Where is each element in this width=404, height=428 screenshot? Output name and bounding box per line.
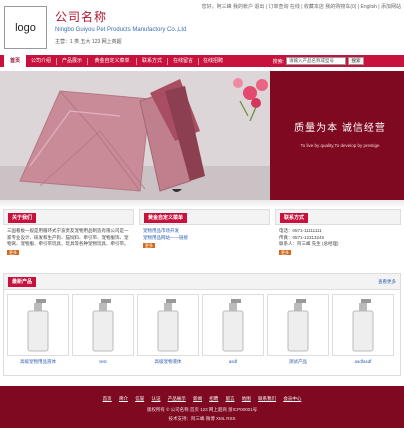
contact-header: 联系方式 xyxy=(275,209,401,225)
footer-link[interactable]: 首页 xyxy=(103,396,112,401)
custom-link[interactable]: 宠物用品网站——链接 xyxy=(143,235,266,242)
custom-body: 宠物用品市场开发 宠物用品网站——链接 更多 xyxy=(139,225,270,253)
banner-slogan: To live by quality,To develop by prestig… xyxy=(300,143,380,148)
banner-headline: 质量为本 诚信经营 xyxy=(294,123,386,134)
about-text: 三国看板一般是用循环式宁波贵友宠物用品制造有限公司是一家专业设计、研发和生产狗、… xyxy=(7,228,129,246)
product-name[interactable]: 高级宠物用品液体 xyxy=(7,359,69,365)
banner-umbrella-photo xyxy=(0,71,270,200)
logo[interactable]: logo xyxy=(4,6,47,49)
bottle-icon xyxy=(92,299,114,352)
product-image[interactable] xyxy=(202,294,264,356)
products-header: 最新产品 查看更多 xyxy=(4,274,400,290)
product-name[interactable]: asdfasdf xyxy=(332,359,394,364)
nav-home[interactable]: 首页 xyxy=(4,55,26,67)
nav-about[interactable]: 公司介绍 xyxy=(26,55,56,67)
search-bar: 搜索: 请输入产品名称或型号 搜索 xyxy=(273,57,364,65)
footer-links: 首页 简介 信誉 认证 产品展示 新闻 招聘 留言 地图 联系我们 会员中心 xyxy=(0,396,404,402)
product-name[interactable]: 高级宠物液体 xyxy=(137,359,199,365)
custom-section: 黄金自定义菜单 宠物用品市场开发 宠物用品网站——链接 更多 xyxy=(139,209,270,270)
footer-copyright: 版权所有 © 公司名称 首页 123 网上超商 浙ICP00001号 xyxy=(146,407,258,412)
search-label: 搜索: xyxy=(272,58,284,65)
company-name: 公司名称 xyxy=(55,10,108,24)
product-card[interactable]: 高级宠物液体 xyxy=(137,294,199,365)
shadow-band xyxy=(0,200,404,208)
footer-link[interactable]: 会员中心 xyxy=(283,396,301,401)
top-links[interactable]: 您好，阿三峰 我的帐户 退出 | 订单查询 在线 | 收藏本店 我的购物车(0)… xyxy=(202,3,401,10)
product-name[interactable]: test xyxy=(72,359,134,364)
footer-link[interactable]: 招聘 xyxy=(209,396,218,401)
footer-link[interactable]: 新闻 xyxy=(193,396,202,401)
products-grid: 高级宠物用品液体 test 高级宠物液体 asdf 测试产品 asdfasdf xyxy=(7,294,394,365)
product-card[interactable]: test xyxy=(72,294,134,365)
footer-link[interactable]: 信誉 xyxy=(135,396,144,401)
bottle-icon xyxy=(287,299,309,352)
product-card[interactable]: 测试产品 xyxy=(267,294,329,365)
about-title: 关于我们 xyxy=(8,213,37,223)
main-nav: 首页 公司介绍 产品展示 黄金自定义菜单 联系方式 在线留言 在线招聘 搜索: … xyxy=(0,55,404,67)
contact-title: 联系方式 xyxy=(280,213,309,223)
company-english-name: Ningbo Guiyou Pet Products Manufactory C… xyxy=(55,27,187,33)
product-name[interactable]: asdf xyxy=(202,359,264,364)
search-button[interactable]: 搜索 xyxy=(348,57,364,65)
about-header: 关于我们 xyxy=(3,209,134,225)
search-input[interactable]: 请输入产品名称或型号 xyxy=(286,57,346,65)
footer-support: 技术支持：阿三峰 微博 XML RSS xyxy=(168,416,236,421)
footer-link[interactable]: 地图 xyxy=(242,396,251,401)
custom-header: 黄金自定义菜单 xyxy=(139,209,270,225)
company-subtitle: 主营：1 类 五大 123 网上商超 xyxy=(55,39,122,45)
footer-link[interactable]: 留言 xyxy=(226,396,235,401)
about-more-button[interactable]: 更多 xyxy=(7,249,19,255)
bottle-icon xyxy=(157,299,179,352)
footer: 首页 简介 信誉 认证 产品展示 新闻 招聘 留言 地图 联系我们 会员中心 版… xyxy=(0,386,404,428)
nav-custom-menu[interactable]: 黄金自定义菜单 xyxy=(88,55,136,67)
nav-contact[interactable]: 联系方式 xyxy=(137,55,167,67)
custom-title: 黄金自定义菜单 xyxy=(144,213,188,223)
contact-section: 联系方式 电话：0571-11111111 传真：0571-12313245 联… xyxy=(275,209,401,270)
nav-products[interactable]: 产品展示 xyxy=(57,55,87,67)
product-image[interactable] xyxy=(7,294,69,356)
bottle-icon xyxy=(27,299,49,352)
banner: 质量为本 诚信经营 To live by quality,To develop … xyxy=(0,71,404,200)
footer-link[interactable]: 简介 xyxy=(119,396,128,401)
contact-person: 联系人：阿三峰 先生 (总经理) xyxy=(279,241,339,246)
product-card[interactable]: asdfasdf xyxy=(332,294,394,365)
product-image[interactable] xyxy=(267,294,329,356)
contact-more-button[interactable]: 更多 xyxy=(279,249,291,255)
product-card[interactable]: asdf xyxy=(202,294,264,365)
umbrella-illustration xyxy=(0,71,270,200)
bottle-icon xyxy=(352,299,374,352)
products-title: 最新产品 xyxy=(8,277,37,287)
nav-jobs[interactable]: 在线招聘 xyxy=(199,55,227,67)
footer-link[interactable]: 认证 xyxy=(151,396,160,401)
footer-link[interactable]: 产品展示 xyxy=(168,396,186,401)
product-image[interactable] xyxy=(137,294,199,356)
nav-message[interactable]: 在线留言 xyxy=(168,55,198,67)
bottle-icon xyxy=(222,299,244,352)
product-image[interactable] xyxy=(72,294,134,356)
products-more-link[interactable]: 查看更多 xyxy=(378,279,396,285)
contact-body: 电话：0571-11111111 传真：0571-12313245 联系人：阿三… xyxy=(275,225,401,259)
footer-link[interactable]: 联系我们 xyxy=(258,396,276,401)
custom-more-button[interactable]: 更多 xyxy=(143,243,155,248)
logo-text: logo xyxy=(15,21,36,34)
products-section: 最新产品 查看更多 高级宠物用品液体 test 高级宠物液体 asdf 测试产品… xyxy=(3,273,401,376)
about-section: 关于我们 三国看板一般是用循环式宁波贵友宠物用品制造有限公司是一家专业设计、研发… xyxy=(3,209,134,270)
about-body: 三国看板一般是用循环式宁波贵友宠物用品制造有限公司是一家专业设计、研发和生产狗、… xyxy=(3,225,134,259)
product-image[interactable] xyxy=(332,294,394,356)
product-card[interactable]: 高级宠物用品液体 xyxy=(7,294,69,365)
header: logo 公司名称 Ningbo Guiyou Pet Products Man… xyxy=(0,0,404,55)
product-name[interactable]: 测试产品 xyxy=(267,359,329,365)
